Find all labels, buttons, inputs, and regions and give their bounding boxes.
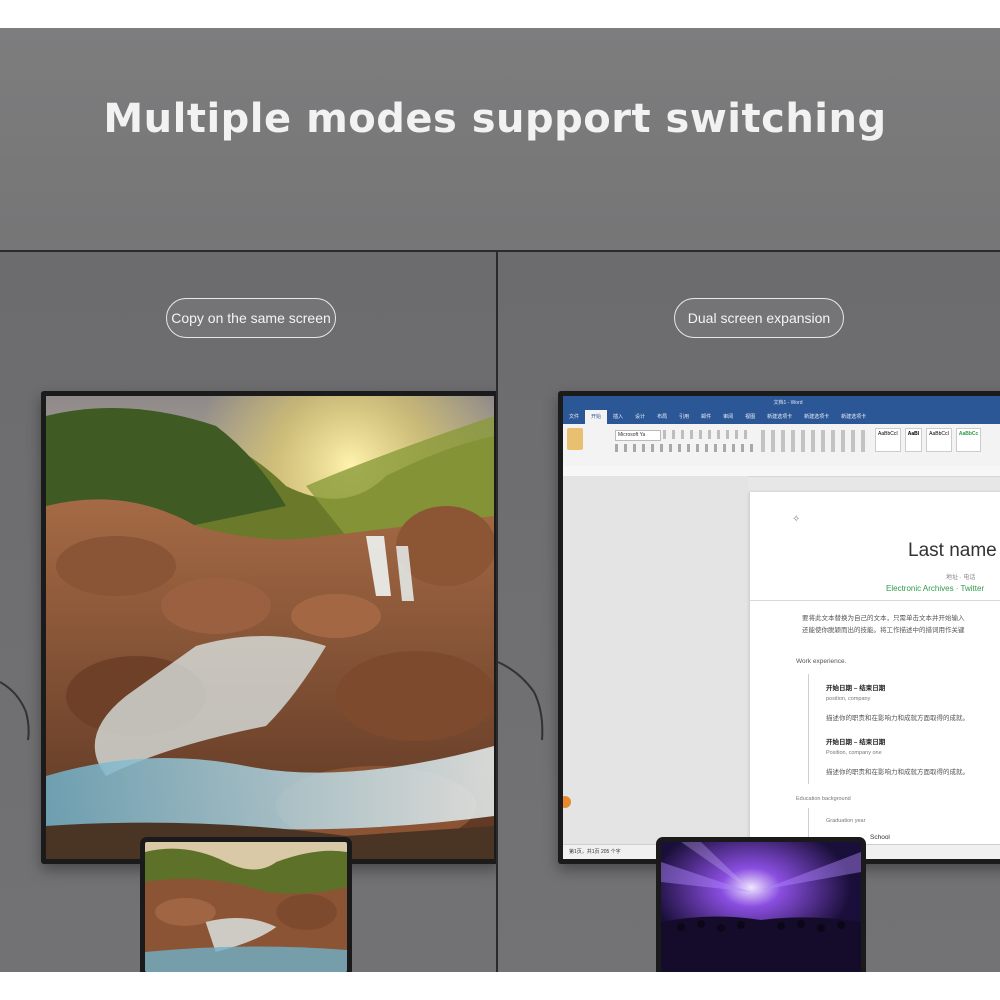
cable-icon <box>498 661 544 741</box>
resume-edu-heading: Education background <box>796 796 851 802</box>
tab-design[interactable]: 设计 <box>629 410 651 424</box>
job2-description: 描述你的职责和在影响力和成就方面取得的成就。 <box>826 769 969 776</box>
mode-pill-copy: Copy on the same screen <box>166 298 336 338</box>
tab-home[interactable]: 开始 <box>585 410 608 424</box>
tab-review[interactable]: 审阅 <box>717 410 739 424</box>
job2-position: Position, company one <box>826 750 882 756</box>
style-heading[interactable]: AaBbCcI <box>926 428 952 452</box>
tab-references[interactable]: 引用 <box>673 410 695 424</box>
resume-work-heading: Work experience. <box>796 658 847 665</box>
concert-image <box>661 842 861 972</box>
resume-intro-line1: 要将此文本替换为自己的文本，只需单击文本并开始输入 <box>802 615 965 622</box>
waterfall-landscape-image <box>145 842 347 972</box>
tab-new-2[interactable]: 新建选项卡 <box>798 410 835 424</box>
job1-dates: 开始日期 – 结束日期 <box>826 685 886 692</box>
resume-divider <box>750 600 1000 601</box>
word-ribbon: Microsoft Ya AaBbCcI AaBl AaBbCcI AaBbCc <box>563 424 1000 467</box>
job1-description: 描述你的职责和在影响力和成就方面取得的成就。 <box>826 715 969 722</box>
laptop-left-lid <box>140 837 352 972</box>
font-tools-icons[interactable] <box>663 430 753 439</box>
job2-dates: 开始日期 – 结束日期 <box>826 739 886 746</box>
resume-links: Electronic Archives · Twitter <box>886 584 985 593</box>
tab-file[interactable]: 文件 <box>563 410 585 424</box>
laptop-right-lid <box>656 837 866 972</box>
word-application: 文档1 - Word 文件 开始 插入 设计 布局 引用 邮件 审阅 视图 新建… <box>563 396 1000 859</box>
mode-panel-extend: Dual screen expansion 文档1 - Word 文件 开始 插… <box>498 252 1000 972</box>
word-title-bar: 文档1 - Word <box>563 396 1000 410</box>
cursor-icon: ✧ <box>792 514 801 525</box>
word-document-page[interactable]: ✧ Last name S 地址 · 电话 Electronic Archive… <box>750 492 1000 845</box>
tab-insert[interactable]: 插入 <box>607 410 629 424</box>
styles-gallery[interactable]: AaBbCcI AaBl AaBbCcI AaBbCc <box>875 428 1000 452</box>
edu-year: Graduation year <box>826 818 866 824</box>
mode-pill-copy-label: Copy on the same screen <box>171 310 331 326</box>
tv-screen <box>46 396 494 859</box>
cable-icon <box>0 681 30 741</box>
laptop-left-screen <box>145 842 347 972</box>
style-accent[interactable]: AaBbCc <box>955 428 982 452</box>
font-name-box[interactable]: Microsoft Ya <box>615 430 661 441</box>
paragraph-tools-icons[interactable] <box>761 430 871 452</box>
resume-name: Last name S <box>908 540 1000 561</box>
resume-intro-line2: 还能使你脱颖而出的技能。将工作描述中的措词用作关键 <box>802 627 965 634</box>
mode-pill-extend: Dual screen expansion <box>674 298 844 338</box>
tv-display-extended: 文档1 - Word 文件 开始 插入 设计 布局 引用 邮件 审阅 视图 新建… <box>558 391 1000 864</box>
tab-new-3[interactable]: 新建选项卡 <box>835 410 872 424</box>
resume-timeline <box>808 674 809 784</box>
word-ribbon-tabs: 文件 开始 插入 设计 布局 引用 邮件 审阅 视图 新建选项卡 新建选项卡 新… <box>563 410 1000 424</box>
word-left-margin <box>563 476 748 845</box>
headline: Multiple modes support switching <box>103 96 887 142</box>
tv-display <box>41 391 499 864</box>
tab-layout[interactable]: 布局 <box>651 410 673 424</box>
style-normal[interactable]: AaBbCcI <box>875 428 901 452</box>
style-title[interactable]: AaBl <box>904 428 923 452</box>
format-tools-icons[interactable] <box>615 444 755 452</box>
resume-contact: 地址 · 电话 <box>946 575 976 581</box>
paste-icon[interactable] <box>567 428 583 450</box>
tab-new-1[interactable]: 新建选项卡 <box>761 410 798 424</box>
waterfall-landscape-image <box>46 396 494 859</box>
job1-position: position, company <box>826 696 871 702</box>
mode-pill-extend-label: Dual screen expansion <box>687 310 831 326</box>
tab-mailings[interactable]: 邮件 <box>695 410 717 424</box>
tv-screen-extended: 文档1 - Word 文件 开始 插入 设计 布局 引用 邮件 审阅 视图 新建… <box>563 396 1000 859</box>
laptop-right <box>640 837 886 972</box>
laptop-right-screen <box>661 842 861 972</box>
mode-panel-copy: Copy on the same screen <box>0 252 499 972</box>
laptop-left <box>124 837 372 972</box>
product-banner: Multiple modes support switching Copy on… <box>0 28 1000 972</box>
tab-view[interactable]: 视图 <box>739 410 761 424</box>
